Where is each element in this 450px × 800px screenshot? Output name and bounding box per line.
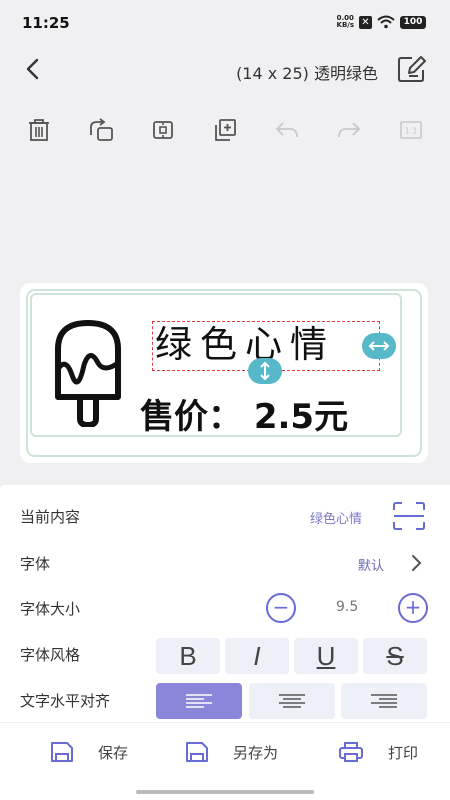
redo-icon xyxy=(338,122,361,138)
align-center-button[interactable] xyxy=(249,683,335,719)
resize-width-handle[interactable] xyxy=(362,333,396,359)
header: (14 x 25) 透明绿色 xyxy=(0,46,450,92)
font-value: 默认 xyxy=(357,559,384,574)
current-content-value[interactable]: 绿色心情 xyxy=(310,508,362,527)
chevron-left-icon xyxy=(26,58,39,80)
status-time: 11:25 xyxy=(22,14,70,32)
align-left-icon xyxy=(186,694,212,708)
bottom-action-bar: 保存 另存为 打印 xyxy=(0,722,450,784)
scan-icon[interactable] xyxy=(392,501,426,531)
save-as-label: 另存为 xyxy=(233,743,279,762)
print-label: 打印 xyxy=(388,743,419,762)
text-align-label: 文字水平对齐 xyxy=(20,692,111,710)
chevron-right-icon xyxy=(412,555,422,571)
rotate-button[interactable] xyxy=(84,113,118,147)
save-as-button[interactable]: 另存为 xyxy=(185,741,278,763)
edit-icon xyxy=(398,56,426,82)
battery-icon: 100 xyxy=(400,15,426,29)
row-font-size: 字体大小 − 9.5 + xyxy=(0,585,450,631)
align-right-icon xyxy=(371,694,397,708)
arrow-vertical-icon xyxy=(260,361,270,381)
copy-button[interactable] xyxy=(208,113,242,147)
popsicle-icon[interactable] xyxy=(52,319,124,427)
font-size-label: 字体大小 xyxy=(20,600,81,618)
printer-icon xyxy=(339,742,363,762)
align-right-button[interactable] xyxy=(341,683,427,719)
align-center-icon xyxy=(279,694,305,708)
no-sim-icon: ✕ xyxy=(359,15,372,29)
row-current-content[interactable]: 当前内容 绿色心情 xyxy=(0,493,450,539)
font-size-decrease-button[interactable]: − xyxy=(266,593,296,623)
center-button[interactable] xyxy=(146,113,180,147)
trash-icon xyxy=(29,119,49,141)
wifi-icon xyxy=(377,15,395,29)
edit-button[interactable] xyxy=(396,54,428,84)
save-label: 保存 xyxy=(98,743,129,762)
net-speed: 0.00 KB/s xyxy=(337,15,354,29)
one-to-one-icon: 1:1 xyxy=(400,121,422,139)
label-price-text[interactable]: 售价： 2.5元 xyxy=(140,389,348,438)
font-style-label: 字体风格 xyxy=(20,646,81,664)
save-as-icon xyxy=(186,742,208,762)
row-font[interactable]: 字体 默认 xyxy=(0,540,450,586)
strikethrough-button[interactable]: S xyxy=(363,638,427,674)
redo-button[interactable] xyxy=(332,113,366,147)
current-content-label: 当前内容 xyxy=(20,508,81,526)
arrow-horizontal-icon xyxy=(368,341,390,351)
page-title: (14 x 25) 透明绿色 xyxy=(236,64,378,83)
save-icon xyxy=(51,742,73,762)
label-canvas[interactable]: 绿色心情 售价： 2.5元 xyxy=(20,283,428,463)
font-size-value: 9.5 xyxy=(336,599,359,615)
one-to-one-button[interactable]: 1:1 xyxy=(394,113,428,147)
bold-button[interactable]: B xyxy=(156,638,220,674)
font-size-increase-button[interactable]: + xyxy=(398,593,428,623)
font-label: 字体 xyxy=(20,555,51,573)
status-icons: 0.00 KB/s ✕ 100 xyxy=(337,15,426,29)
net-speed-unit: KB/s xyxy=(336,21,354,29)
resize-height-handle[interactable] xyxy=(248,358,282,384)
underline-button[interactable]: U xyxy=(294,638,358,674)
center-icon xyxy=(153,121,173,139)
undo-button[interactable] xyxy=(270,113,304,147)
rotate-icon xyxy=(90,118,113,141)
row-text-align: 文字水平对齐 xyxy=(0,681,450,727)
copy-icon xyxy=(215,119,236,141)
align-left-button[interactable] xyxy=(156,683,242,719)
undo-icon xyxy=(275,122,298,138)
back-button[interactable] xyxy=(18,54,48,84)
home-indicator[interactable] xyxy=(136,790,314,794)
toolbar: 1:1 xyxy=(22,110,428,150)
save-button[interactable]: 保存 xyxy=(50,741,128,763)
italic-button[interactable]: I xyxy=(225,638,289,674)
row-font-style: 字体风格 B I U S xyxy=(0,636,450,682)
print-button[interactable]: 打印 xyxy=(338,741,418,763)
delete-button[interactable] xyxy=(22,113,56,147)
status-bar: 11:25 0.00 KB/s ✕ 100 xyxy=(0,0,450,46)
svg-text:1:1: 1:1 xyxy=(405,127,418,136)
